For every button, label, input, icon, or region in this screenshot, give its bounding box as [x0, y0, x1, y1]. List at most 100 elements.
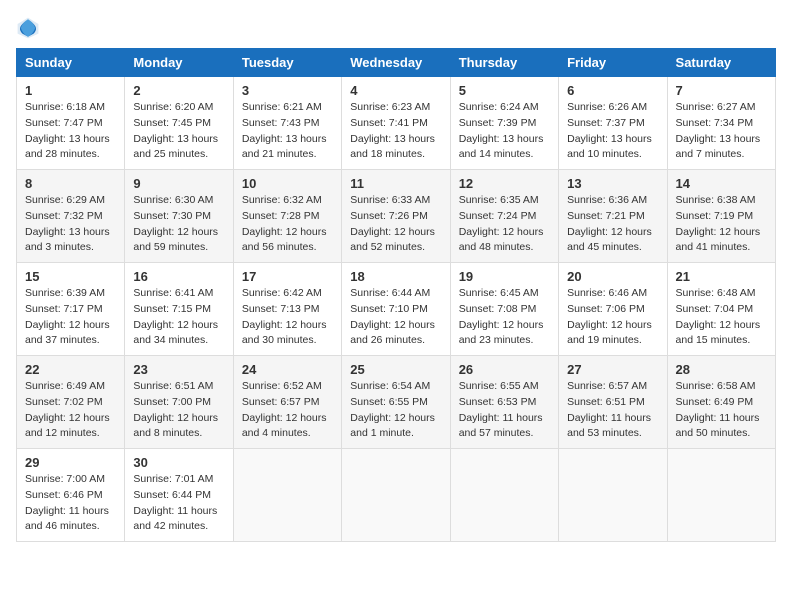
weekday-header-monday: Monday [125, 49, 233, 77]
day-content: Sunrise: 6:20 AMSunset: 7:45 PMDaylight:… [133, 100, 224, 163]
calendar-cell: 4 Sunrise: 6:23 AMSunset: 7:41 PMDaylight… [342, 77, 450, 170]
day-content: Sunrise: 6:49 AMSunset: 7:02 PMDaylight:… [25, 379, 116, 442]
day-number: 8 [25, 176, 116, 191]
day-number: 17 [242, 269, 333, 284]
calendar-cell: 23Sunrise: 6:51 AMSunset: 7:00 PMDayligh… [125, 356, 233, 449]
day-number: 16 [133, 269, 224, 284]
day-number: 6 [567, 83, 658, 98]
day-content: Sunrise: 6:30 AMSunset: 7:30 PMDaylight:… [133, 193, 224, 256]
calendar-cell: 7 Sunrise: 6:27 AMSunset: 7:34 PMDaylight… [667, 77, 775, 170]
weekday-header-saturday: Saturday [667, 49, 775, 77]
weekday-header-wednesday: Wednesday [342, 49, 450, 77]
calendar-cell: 1 Sunrise: 6:18 AMSunset: 7:47 PMDaylight… [17, 77, 125, 170]
day-number: 30 [133, 455, 224, 470]
day-number: 1 [25, 83, 116, 98]
logo-icon [16, 16, 40, 40]
day-content: Sunrise: 6:27 AMSunset: 7:34 PMDaylight:… [676, 100, 767, 163]
calendar-cell: 30 Sunrise: 7:01 AMSunset: 6:44 PMDayligh… [125, 449, 233, 542]
day-content: Sunrise: 6:38 AMSunset: 7:19 PMDaylight:… [676, 193, 767, 256]
calendar-cell: 21 Sunrise: 6:48 AMSunset: 7:04 PMDayligh… [667, 263, 775, 356]
calendar-cell: 13 Sunrise: 6:36 AMSunset: 7:21 PMDayligh… [559, 170, 667, 263]
day-number: 24 [242, 362, 333, 377]
day-content: Sunrise: 6:26 AMSunset: 7:37 PMDaylight:… [567, 100, 658, 163]
weekday-header-sunday: Sunday [17, 49, 125, 77]
day-number: 28 [676, 362, 767, 377]
calendar-cell: 16 Sunrise: 6:41 AMSunset: 7:15 PMDayligh… [125, 263, 233, 356]
day-number: 18 [350, 269, 441, 284]
calendar-week-row: 29 Sunrise: 7:00 AMSunset: 6:46 PMDayligh… [17, 449, 776, 542]
day-content: Sunrise: 6:35 AMSunset: 7:24 PMDaylight:… [459, 193, 550, 256]
day-content: Sunrise: 6:55 AMSunset: 6:53 PMDaylight:… [459, 379, 550, 442]
calendar-cell: 14 Sunrise: 6:38 AMSunset: 7:19 PMDayligh… [667, 170, 775, 263]
calendar-cell [342, 449, 450, 542]
day-content: Sunrise: 6:48 AMSunset: 7:04 PMDaylight:… [676, 286, 767, 349]
calendar-cell: 3Sunrise: 6:21 AMSunset: 7:43 PMDaylight… [233, 77, 341, 170]
weekday-header-row: SundayMondayTuesdayWednesdayThursdayFrid… [17, 49, 776, 77]
logo [16, 16, 44, 40]
calendar-cell [559, 449, 667, 542]
day-content: Sunrise: 7:00 AMSunset: 6:46 PMDaylight:… [25, 472, 116, 535]
day-number: 26 [459, 362, 550, 377]
calendar-week-row: 1 Sunrise: 6:18 AMSunset: 7:47 PMDaylight… [17, 77, 776, 170]
day-content: Sunrise: 6:45 AMSunset: 7:08 PMDaylight:… [459, 286, 550, 349]
calendar-cell: 6 Sunrise: 6:26 AMSunset: 7:37 PMDaylight… [559, 77, 667, 170]
calendar-week-row: 8 Sunrise: 6:29 AMSunset: 7:32 PMDaylight… [17, 170, 776, 263]
day-number: 27 [567, 362, 658, 377]
calendar-week-row: 15Sunrise: 6:39 AMSunset: 7:17 PMDayligh… [17, 263, 776, 356]
day-number: 21 [676, 269, 767, 284]
day-content: Sunrise: 6:23 AMSunset: 7:41 PMDaylight:… [350, 100, 441, 163]
calendar-cell: 22 Sunrise: 6:49 AMSunset: 7:02 PMDayligh… [17, 356, 125, 449]
calendar-cell: 29 Sunrise: 7:00 AMSunset: 6:46 PMDayligh… [17, 449, 125, 542]
day-content: Sunrise: 6:42 AMSunset: 7:13 PMDaylight:… [242, 286, 333, 349]
day-content: Sunrise: 6:33 AMSunset: 7:26 PMDaylight:… [350, 193, 441, 256]
day-number: 3 [242, 83, 333, 98]
day-content: Sunrise: 7:01 AMSunset: 6:44 PMDaylight:… [133, 472, 224, 535]
day-content: Sunrise: 6:54 AMSunset: 6:55 PMDaylight:… [350, 379, 441, 442]
day-content: Sunrise: 6:29 AMSunset: 7:32 PMDaylight:… [25, 193, 116, 256]
calendar-cell: 25Sunrise: 6:54 AMSunset: 6:55 PMDayligh… [342, 356, 450, 449]
day-number: 19 [459, 269, 550, 284]
calendar-cell: 26 Sunrise: 6:55 AMSunset: 6:53 PMDayligh… [450, 356, 558, 449]
day-number: 2 [133, 83, 224, 98]
day-content: Sunrise: 6:44 AMSunset: 7:10 PMDaylight:… [350, 286, 441, 349]
calendar-cell: 8 Sunrise: 6:29 AMSunset: 7:32 PMDaylight… [17, 170, 125, 263]
day-content: Sunrise: 6:24 AMSunset: 7:39 PMDaylight:… [459, 100, 550, 163]
calendar-cell: 17 Sunrise: 6:42 AMSunset: 7:13 PMDayligh… [233, 263, 341, 356]
day-number: 14 [676, 176, 767, 191]
calendar-cell: 18 Sunrise: 6:44 AMSunset: 7:10 PMDayligh… [342, 263, 450, 356]
day-number: 7 [676, 83, 767, 98]
day-number: 22 [25, 362, 116, 377]
day-number: 5 [459, 83, 550, 98]
calendar-cell: 5 Sunrise: 6:24 AMSunset: 7:39 PMDaylight… [450, 77, 558, 170]
day-content: Sunrise: 6:58 AMSunset: 6:49 PMDaylight:… [676, 379, 767, 442]
day-content: Sunrise: 6:57 AMSunset: 6:51 PMDaylight:… [567, 379, 658, 442]
header [16, 16, 776, 40]
day-content: Sunrise: 6:46 AMSunset: 7:06 PMDaylight:… [567, 286, 658, 349]
calendar-cell: 12 Sunrise: 6:35 AMSunset: 7:24 PMDayligh… [450, 170, 558, 263]
calendar-cell: 24Sunrise: 6:52 AMSunset: 6:57 PMDayligh… [233, 356, 341, 449]
calendar-cell: 19 Sunrise: 6:45 AMSunset: 7:08 PMDayligh… [450, 263, 558, 356]
day-content: Sunrise: 6:36 AMSunset: 7:21 PMDaylight:… [567, 193, 658, 256]
day-number: 13 [567, 176, 658, 191]
day-content: Sunrise: 6:51 AMSunset: 7:00 PMDaylight:… [133, 379, 224, 442]
day-number: 4 [350, 83, 441, 98]
weekday-header-thursday: Thursday [450, 49, 558, 77]
calendar-cell: 15Sunrise: 6:39 AMSunset: 7:17 PMDayligh… [17, 263, 125, 356]
weekday-header-friday: Friday [559, 49, 667, 77]
day-number: 15 [25, 269, 116, 284]
calendar-cell [450, 449, 558, 542]
day-content: Sunrise: 6:18 AMSunset: 7:47 PMDaylight:… [25, 100, 116, 163]
calendar-table: SundayMondayTuesdayWednesdayThursdayFrid… [16, 48, 776, 542]
day-number: 11 [350, 176, 441, 191]
day-number: 29 [25, 455, 116, 470]
day-number: 12 [459, 176, 550, 191]
calendar-cell: 11 Sunrise: 6:33 AMSunset: 7:26 PMDayligh… [342, 170, 450, 263]
day-number: 10 [242, 176, 333, 191]
calendar-week-row: 22 Sunrise: 6:49 AMSunset: 7:02 PMDayligh… [17, 356, 776, 449]
day-content: Sunrise: 6:32 AMSunset: 7:28 PMDaylight:… [242, 193, 333, 256]
day-number: 20 [567, 269, 658, 284]
day-content: Sunrise: 6:41 AMSunset: 7:15 PMDaylight:… [133, 286, 224, 349]
day-number: 9 [133, 176, 224, 191]
weekday-header-tuesday: Tuesday [233, 49, 341, 77]
calendar-cell: 10 Sunrise: 6:32 AMSunset: 7:28 PMDayligh… [233, 170, 341, 263]
